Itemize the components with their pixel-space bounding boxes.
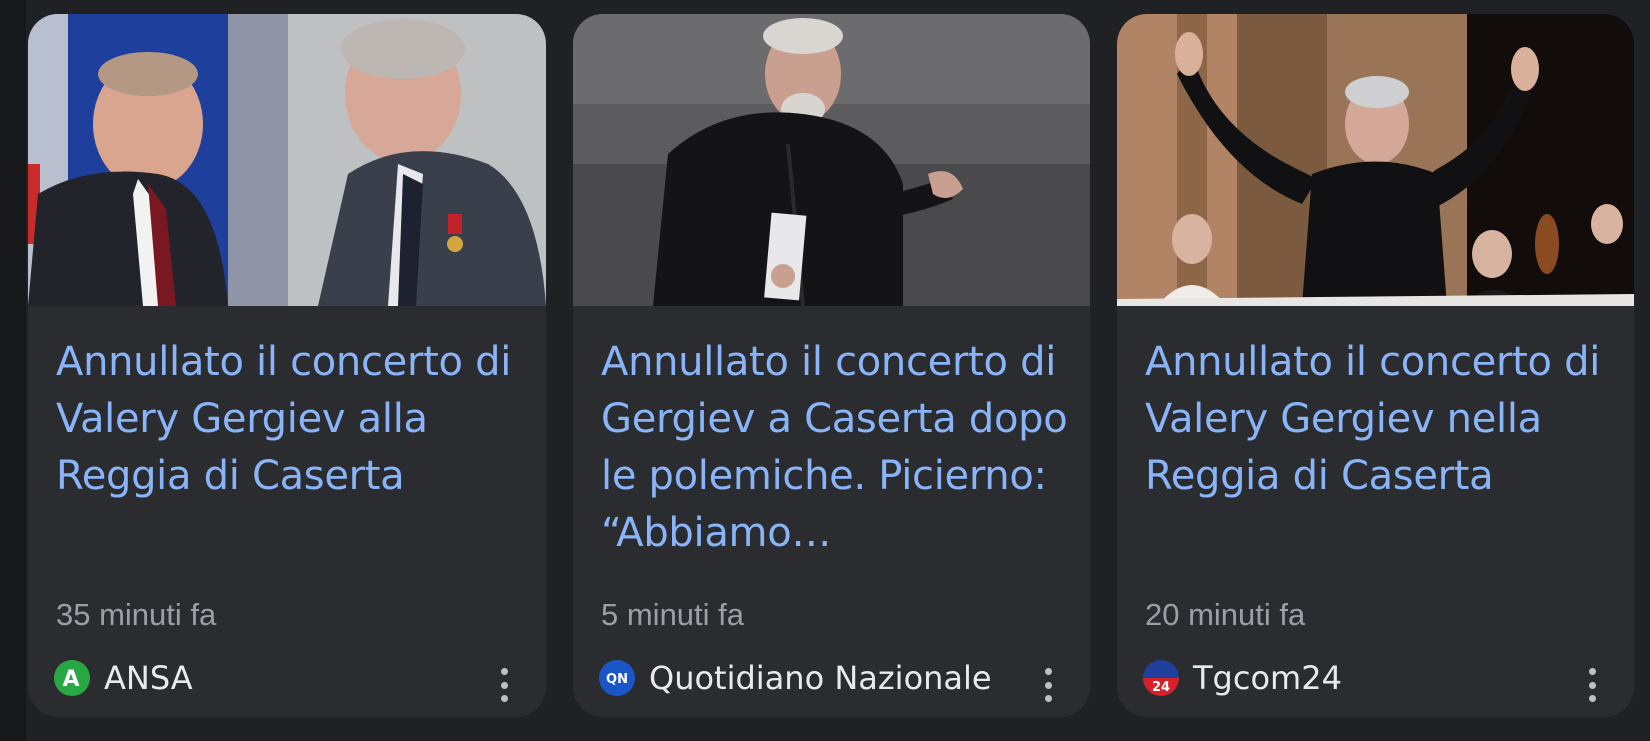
news-headline[interactable]: Annullato il concerto di Valery Gergiev …: [1145, 334, 1615, 505]
ansa-logo-icon: A: [54, 660, 90, 696]
publish-time: 5 minuti fa: [601, 597, 745, 632]
svg-text:QN: QN: [606, 672, 628, 687]
more-options-icon[interactable]: [1036, 668, 1060, 702]
news-card-tgcom24[interactable]: Annullato il concerto di Valery Gergiev …: [1117, 14, 1634, 717]
news-card-ansa[interactable]: Annullato il concerto di Valery Gergiev …: [28, 14, 546, 717]
news-thumbnail[interactable]: [1117, 14, 1634, 306]
svg-text:24: 24: [1152, 680, 1170, 695]
news-card-qn[interactable]: Annullato il concerto di Gergiev a Caser…: [573, 14, 1090, 717]
news-source[interactable]: A ANSA: [54, 659, 193, 697]
news-thumbnail[interactable]: [28, 14, 546, 306]
source-name: ANSA: [104, 659, 193, 697]
news-headline[interactable]: Annullato il concerto di Gergiev a Caser…: [601, 334, 1071, 562]
svg-text:A: A: [62, 667, 79, 692]
more-options-icon[interactable]: [492, 668, 516, 702]
news-source[interactable]: QN Quotidiano Nazionale: [599, 659, 992, 697]
news-carousel: Annullato il concerto di Valery Gergiev …: [0, 0, 1650, 741]
more-options-icon[interactable]: [1580, 668, 1604, 702]
news-headline[interactable]: Annullato il concerto di Valery Gergiev …: [56, 334, 526, 505]
carousel-edge: [0, 0, 26, 741]
qn-logo-icon: QN: [599, 660, 635, 696]
news-source[interactable]: 24 Tgcom24: [1143, 659, 1342, 697]
source-name: Quotidiano Nazionale: [649, 659, 992, 697]
tgcom24-logo-icon: 24: [1143, 660, 1179, 696]
publish-time: 20 minuti fa: [1145, 597, 1306, 632]
publish-time: 35 minuti fa: [56, 597, 217, 632]
news-thumbnail[interactable]: [573, 14, 1090, 306]
source-name: Tgcom24: [1193, 659, 1342, 697]
